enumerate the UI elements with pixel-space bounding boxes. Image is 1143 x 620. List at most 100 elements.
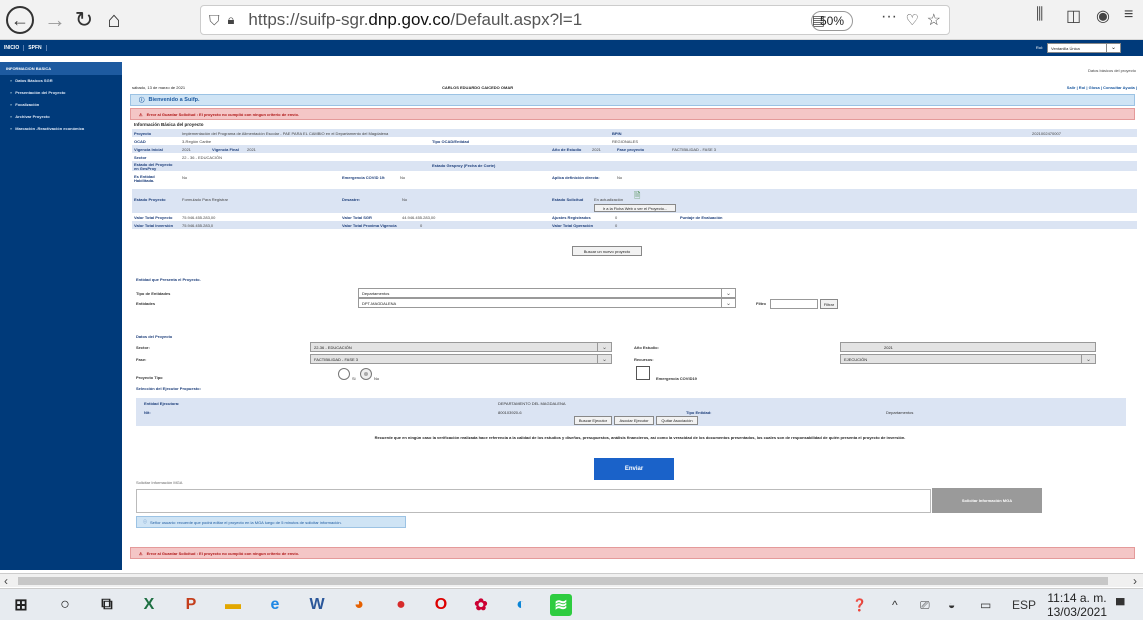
radio-no[interactable] — [360, 368, 372, 380]
rol-select[interactable]: Ventanilla Única ⌄ — [1047, 43, 1121, 53]
rol-value: Ventanilla Única — [1051, 45, 1080, 51]
help-icon[interactable]: ❓ — [852, 598, 867, 612]
row-value: 0 — [615, 215, 618, 220]
library-icon[interactable]: ⫼ — [1036, 6, 1043, 24]
select-value: FACTIBILIDAD - FASE 3 — [314, 356, 359, 362]
row-label: Valor Total Inversión — [134, 223, 174, 228]
clock[interactable]: 11:14 a. m. 13/03/2021 — [1047, 591, 1107, 619]
ficha-web-button[interactable]: Ir a la Ficha Web o ver el Proyecto... — [594, 204, 676, 212]
nit-value: 800103920-6 — [498, 410, 522, 415]
select-value: 22-36 - EDUCACIÓN — [314, 344, 352, 350]
covid-checkbox[interactable] — [636, 366, 650, 380]
search-new-project-button[interactable]: Buscar un nuevo proyecto — [572, 246, 642, 256]
sidebar-item-datos-basicos[interactable]: Datos Básicos SGR — [0, 75, 122, 87]
quitar-asociacion-button[interactable]: Quitar Asociación — [656, 416, 698, 425]
notification-icon[interactable]: ▀ — [1116, 598, 1125, 612]
asociar-ejecutor-button[interactable]: Asociar Ejecutor — [614, 416, 654, 425]
sidebar-toggle-icon[interactable]: ◫ — [1066, 6, 1081, 26]
more-actions-icon[interactable]: ··· — [881, 8, 897, 26]
document-icon[interactable]: 🗎 — [634, 190, 640, 204]
record-icon[interactable]: ● — [390, 594, 412, 616]
powerpoint-icon[interactable]: P — [180, 594, 202, 616]
row-value: No — [617, 175, 623, 180]
fase-select[interactable]: FACTIBILIDAD - FASE 3 ⌄ — [310, 354, 612, 364]
row-value: 22 - 36 - EDUCACIÓN — [182, 155, 223, 160]
buscar-ejecutor-button[interactable]: Buscar Ejecutor — [574, 416, 612, 425]
row-label: Tipo OCAD/Entidad — [432, 139, 470, 144]
solicitar-mga-button[interactable]: Solicitar Información MGA — [932, 488, 1042, 513]
user-name: CARLOS EDUARDO CAICEDO OMAR — [442, 84, 514, 90]
pocket-icon[interactable]: ♡ — [906, 11, 919, 29]
file-explorer-icon[interactable]: ▬ — [222, 594, 244, 616]
cortana-icon[interactable]: ○ — [54, 594, 76, 616]
word-icon[interactable]: W — [306, 594, 328, 616]
info-icon: ⓘ — [143, 519, 147, 524]
scroll-left-icon[interactable]: ‹ — [4, 574, 8, 588]
radio-si-label: Si — [352, 376, 356, 381]
address-bar[interactable]: ⛉ 🔒︎ https://suifp-sgr.dnp.gov.co/Defaul… — [200, 5, 950, 35]
row-label: Estado del Proyecto en GesProy — [134, 162, 173, 171]
edge-icon[interactable]: ◐ — [510, 594, 532, 616]
main-content: Datos básicos del proyecto sábado, 13 de… — [130, 60, 1140, 575]
select-value: DPT-MAGDALENA — [362, 300, 397, 306]
tablet-icon[interactable]: ⎚ — [920, 598, 930, 613]
enviar-button[interactable]: Enviar — [594, 458, 674, 480]
firefox-icon[interactable]: ◕ — [348, 594, 370, 616]
opera-icon[interactable]: O — [430, 594, 452, 616]
scroll-right-icon[interactable]: › — [1133, 574, 1137, 588]
zoom-indicator[interactable]: 50% — [811, 11, 853, 31]
row-label: Vigencia Final — [212, 147, 239, 152]
radio-si[interactable] — [338, 368, 350, 380]
row-value: REGIONALES — [612, 139, 639, 144]
note-text: Señor usuario: recuerde que podrá editar… — [150, 519, 342, 525]
menu-inicio[interactable]: INICIO — [0, 45, 25, 51]
menu-icon[interactable]: ≡ — [1124, 6, 1133, 24]
table-row: Vigencia Inicial 2021 Vigencia Final 202… — [132, 145, 1137, 153]
hangouts-icon[interactable]: ✿ — [470, 594, 492, 616]
internet-explorer-icon[interactable]: e — [264, 594, 286, 616]
sidebar-item-archivar[interactable]: Archivar Proyecto — [0, 111, 122, 123]
fase-label: Fase: — [136, 357, 147, 362]
language-indicator[interactable]: ESP — [1012, 598, 1036, 612]
reload-button[interactable]: ↻ — [72, 6, 96, 34]
select-value: EJECUCIÓN — [844, 356, 868, 362]
filtro-input[interactable] — [770, 299, 818, 309]
back-button[interactable]: ← — [6, 6, 34, 34]
network-icon[interactable]: ◒ — [948, 598, 955, 612]
row-value: Formulado Para Registrar — [182, 197, 229, 202]
anio-input[interactable]: 2021 — [840, 342, 1096, 352]
welcome-banner: ⓘ Bienvenido a Suifp. — [130, 94, 1135, 106]
ejecutor-value: DEPARTAMENTO DEL MAGDALENA — [498, 401, 566, 406]
home-button[interactable]: ⌂ — [102, 6, 126, 34]
scrollbar-thumb[interactable] — [18, 577, 1108, 585]
tray-arrow-icon[interactable]: ^ — [892, 598, 898, 612]
row-label: Proyecto — [134, 131, 152, 136]
url-text: https://suifp-sgr.dnp.gov.co/Default.asp… — [248, 10, 583, 29]
bookmark-star-icon[interactable]: ☆ — [927, 10, 941, 30]
windows-start-icon[interactable]: ⊞ — [10, 594, 32, 616]
mga-textarea[interactable] — [136, 489, 931, 513]
browser-toolbar: ← → ↻ ⌂ ⛉ 🔒︎ https://suifp-sgr.dnp.gov.c… — [0, 0, 1143, 40]
excel-icon[interactable]: X — [138, 594, 160, 616]
account-icon[interactable]: ◉ — [1096, 6, 1110, 26]
sidebar-item-presentacion[interactable]: Presentación del Proyecto — [0, 87, 122, 99]
sidebar-item-marcacion[interactable]: Marcación -Reactivación económica — [0, 123, 122, 135]
entidades-select[interactable]: DPT-MAGDALENA ⌄ — [358, 298, 736, 308]
mga-label: Solicitar Información MGA — [136, 480, 183, 485]
battery-icon[interactable]: ▭ — [980, 598, 991, 612]
task-view-icon[interactable]: ⧉ — [96, 594, 118, 616]
sidebar-item-focalizacion[interactable]: Focalización — [0, 99, 122, 111]
horizontal-scrollbar[interactable]: ‹ › — [0, 573, 1143, 588]
ejecutor-label: Entidad Ejecutora: — [144, 401, 180, 406]
chevron-down-icon: ⌄ — [597, 343, 611, 351]
windows-taskbar: ⊞ ○ ⧉ X P ▬ e W ◕ ● O ✿ ◐ ≋ ❓ ^ ⎚ ◒ ▭ ES… — [0, 588, 1143, 620]
tipo-entidades-select[interactable]: Departamentos ⌄ — [358, 288, 736, 298]
menu-spfn[interactable]: SPFN — [24, 45, 47, 51]
welcome-text: Bienvenido a Suifp. — [148, 97, 200, 103]
forward-button[interactable]: → — [44, 6, 66, 34]
recursos-select[interactable]: EJECUCIÓN ⌄ — [840, 354, 1096, 364]
spotify-icon[interactable]: ≋ — [550, 594, 572, 616]
filtrar-button[interactable]: Filtrar — [820, 299, 838, 309]
sector-select[interactable]: 22-36 - EDUCACIÓN ⌄ — [310, 342, 612, 352]
top-links[interactable]: Salir | Rol | Glosa | Consultar Ayuda | — [1067, 85, 1137, 90]
